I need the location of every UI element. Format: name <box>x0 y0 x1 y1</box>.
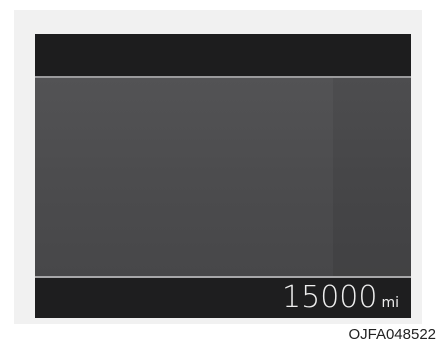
odometer-unit: mi <box>381 295 399 311</box>
odometer-readout: 15000 mi <box>282 280 399 315</box>
top-status-bar <box>35 34 411 76</box>
cluster-display: 15000 mi <box>35 34 411 318</box>
main-display-area <box>35 78 411 276</box>
odometer-value: 15000 <box>282 280 378 315</box>
figure-caption: OJFA048522 <box>348 326 436 343</box>
main-area-shade <box>333 78 411 276</box>
bottom-status-bar: 15000 mi <box>35 278 411 318</box>
